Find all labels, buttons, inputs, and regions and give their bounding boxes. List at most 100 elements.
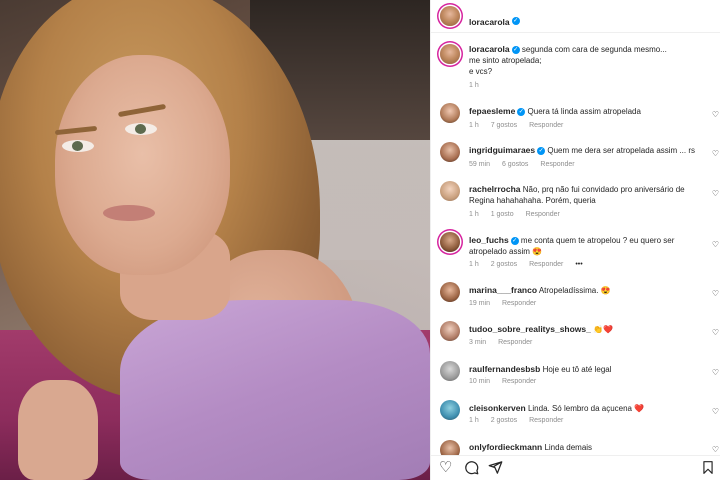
verified-icon: ✓ (511, 45, 520, 54)
commenter-avatar[interactable] (440, 321, 460, 341)
comment-text: tudoo_sobre_realitys_shows_ 👏❤️ (469, 324, 699, 335)
comment-time: 1 h (469, 417, 479, 424)
comment-time: 59 min (469, 161, 491, 168)
author-username[interactable]: loracarola (469, 17, 510, 27)
comment-time: 10 min (469, 378, 491, 385)
verified-icon: ✓ (537, 146, 546, 155)
author-avatar[interactable] (440, 44, 460, 64)
comment-text: cleisonkerven Linda. Só lembro da açucen… (469, 403, 699, 414)
comment-username[interactable]: raulfernandesbsb (469, 364, 540, 374)
author-name-wrap[interactable]: loracarola ✓ (469, 12, 520, 30)
verified-icon: ✓ (511, 16, 520, 25)
comment-item: leo_fuchs ✓ me conta quem te atropelou ? … (431, 232, 720, 272)
reply-button[interactable]: Responder (502, 300, 536, 307)
commenter-avatar[interactable] (440, 232, 460, 252)
commenter-avatar[interactable] (440, 440, 460, 455)
comment-text: rachelrrocha Não, prq não fui convidado … (469, 184, 699, 206)
author-avatar[interactable] (440, 6, 460, 26)
comment-meta: 1 h 2 gostos Responder (469, 417, 573, 424)
comment-like-icon[interactable]: ♡ (712, 240, 719, 249)
bookmark-icon[interactable] (701, 460, 715, 479)
caption-time: 1 h (469, 82, 479, 89)
comment-username[interactable]: onlyfordieckmann (469, 442, 542, 452)
comment-item: marina___franco Atropeladíssima. 😍 19 mi… (431, 282, 720, 312)
comment-item: raulfernandesbsb Hoje eu tô até legal 10… (431, 361, 720, 391)
verified-icon: ✓ (510, 236, 519, 245)
comment-meta: 19 min Responder (469, 300, 546, 307)
comment-time: 1 h (469, 122, 479, 129)
comment-like-icon[interactable]: ♡ (712, 189, 719, 198)
comment-time: 19 min (469, 300, 491, 307)
photo-face (55, 55, 230, 275)
like-icon[interactable]: ♡ (439, 460, 452, 476)
commenter-avatar[interactable] (440, 361, 460, 381)
comment-icon[interactable] (464, 460, 479, 479)
comment-body: Hoje eu tô até legal (542, 365, 612, 374)
caption-text: loracarola ✓ segunda com cara de segunda … (469, 44, 699, 77)
comment-likes[interactable]: 2 gostos (491, 261, 517, 268)
commenter-avatar[interactable] (440, 282, 460, 302)
comment-like-icon[interactable]: ♡ (712, 289, 719, 298)
comment-username[interactable]: ingridguimaraes (469, 145, 535, 155)
comment-like-icon[interactable]: ♡ (712, 445, 719, 454)
comment-like-icon[interactable]: ♡ (712, 368, 719, 377)
comment-item: onlyfordieckmann Linda demais ♡ (431, 440, 720, 455)
comment-like-icon[interactable]: ♡ (712, 407, 719, 416)
comment-likes[interactable]: 1 gosto (491, 211, 514, 218)
reply-button[interactable]: Responder (498, 339, 532, 346)
comment-text: onlyfordieckmann Linda demais (469, 442, 699, 453)
reply-button[interactable]: Responder (529, 122, 563, 129)
share-icon[interactable] (488, 460, 503, 479)
reply-button[interactable]: Responder (529, 261, 563, 268)
comment-item: ingridguimaraes ✓ Quem me dera ser atrope… (431, 142, 720, 172)
reply-button[interactable]: Responder (540, 161, 574, 168)
caption-line: segunda com cara de segunda mesmo... (521, 45, 667, 54)
comment-username[interactable]: tudoo_sobre_realitys_shows_ (469, 324, 591, 334)
comment-text: raulfernandesbsb Hoje eu tô até legal (469, 364, 699, 375)
comment-body: Quem me dera ser atropelada assim ... rs (547, 146, 695, 155)
photo-hand (18, 380, 98, 480)
comment-username[interactable]: rachelrrocha (469, 184, 521, 194)
comment-item: tudoo_sobre_realitys_shows_ 👏❤️ 3 min Re… (431, 321, 720, 351)
commenter-avatar[interactable] (440, 181, 460, 201)
commenter-avatar[interactable] (440, 400, 460, 420)
comment-item: cleisonkerven Linda. Só lembro da açucen… (431, 400, 720, 430)
reply-button[interactable]: Responder (502, 378, 536, 385)
comment-item: fepaesleme ✓ Quera tá linda assim atropel… (431, 103, 720, 133)
comment-body: Linda demais (544, 443, 593, 452)
caption: loracarola ✓ segunda com cara de segunda … (431, 42, 720, 92)
comment-username[interactable]: fepaesleme (469, 106, 515, 116)
photo-top (120, 300, 430, 480)
comment-likes[interactable]: 7 gostos (491, 122, 517, 129)
comment-like-icon[interactable]: ♡ (712, 149, 719, 158)
comment-username[interactable]: marina___franco (469, 285, 537, 295)
comment-meta: 1 h 1 gosto Responder (469, 211, 570, 218)
comment-meta: 10 min Responder (469, 378, 546, 385)
comment-like-icon[interactable]: ♡ (712, 328, 719, 337)
post-photo[interactable] (0, 0, 430, 480)
caption-meta: 1 h (469, 82, 489, 89)
commenter-avatar[interactable] (440, 142, 460, 162)
comment-likes[interactable]: 2 gostos (491, 417, 517, 424)
comment-text: fepaesleme ✓ Quera tá linda assim atropel… (469, 106, 699, 117)
comment-username[interactable]: cleisonkerven (469, 403, 526, 413)
photo-eye (62, 140, 94, 152)
comment-likes[interactable]: 6 gostos (502, 161, 528, 168)
comment-meta: 3 min Responder (469, 339, 542, 346)
reply-button[interactable]: Responder (529, 417, 563, 424)
comment-time: 1 h (469, 211, 479, 218)
post-header: loracarola ✓ (431, 0, 720, 33)
more-options-icon[interactable]: ••• (575, 261, 582, 268)
comments-panel: loracarola ✓ loracarola ✓ segunda com cara… (430, 0, 720, 480)
commenter-avatar[interactable] (440, 103, 460, 123)
comment-username[interactable]: leo_fuchs (469, 235, 509, 245)
photo-lips (103, 205, 155, 221)
reply-button[interactable]: Responder (526, 211, 560, 218)
comment-body: 👏❤️ (593, 325, 614, 334)
comment-body: Atropeladíssima. 😍 (538, 286, 611, 295)
comment-like-icon[interactable]: ♡ (712, 110, 719, 119)
comment-time: 1 h (469, 261, 479, 268)
caption-username[interactable]: loracarola (469, 44, 510, 54)
action-bar: ♡ (431, 455, 720, 480)
verified-icon: ✓ (517, 107, 526, 116)
